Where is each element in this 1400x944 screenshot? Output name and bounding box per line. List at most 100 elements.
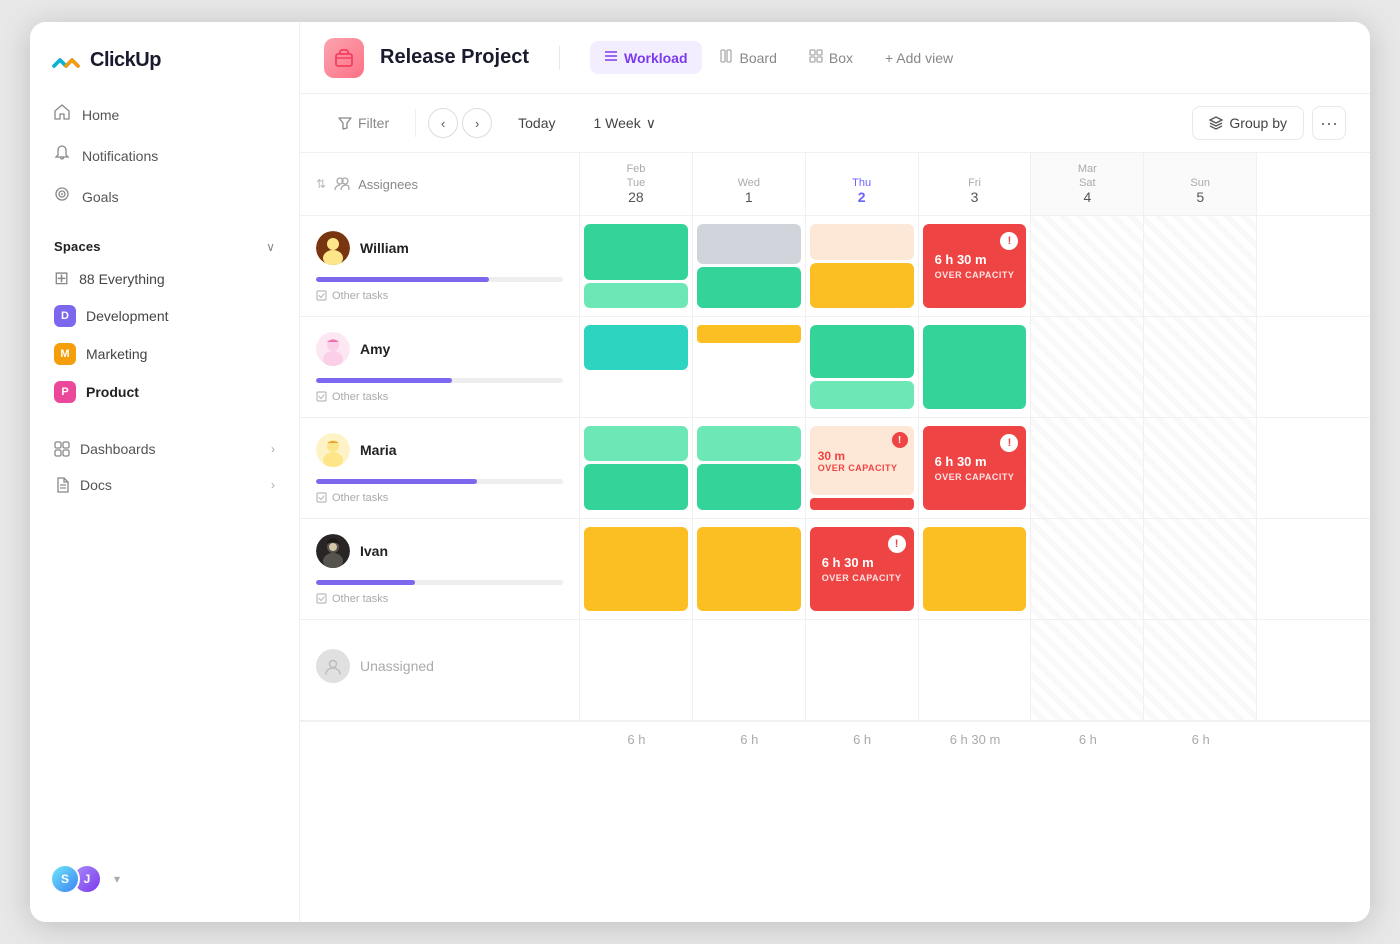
logo[interactable]: ClickUp [30, 22, 299, 94]
ivan-progress-fill [316, 580, 415, 585]
sidebar-item-notifications[interactable]: Notifications [42, 135, 287, 176]
add-view-button[interactable]: + Add view [871, 42, 967, 74]
clickup-logo-icon [50, 44, 82, 76]
hours-day-2: 6 h [693, 732, 806, 747]
sidebar-item-development[interactable]: D Development [42, 297, 287, 335]
sidebar-item-home[interactable]: Home [42, 94, 287, 135]
week-selector[interactable]: 1 Week ∨ [581, 108, 667, 139]
prev-button[interactable]: ‹ [428, 108, 458, 138]
ivan-other-tasks: Other tasks [316, 593, 563, 605]
ivan-day-1 [580, 519, 693, 619]
cal-day-4: Fri 3 [919, 153, 1032, 215]
dashboards-icon [54, 441, 70, 457]
next-button[interactable]: › [462, 108, 492, 138]
unassigned-day-2 [693, 620, 806, 720]
over-capacity-icon-ivan: ! [888, 535, 906, 553]
sidebar-item-goals[interactable]: Goals [42, 176, 287, 217]
ivan-header: Ivan [316, 534, 563, 568]
development-badge: D [54, 305, 76, 327]
spaces-label: Spaces [54, 239, 101, 254]
amy-day-5 [1031, 317, 1144, 417]
bottom-nav: Dashboards › Docs › [30, 423, 299, 511]
person-row-amy: Amy Other tasks [300, 317, 1370, 418]
person-row-maria: Maria Other tasks [300, 418, 1370, 519]
cal-day-1: Feb Tue 28 [580, 153, 693, 215]
tab-box[interactable]: Box [795, 41, 867, 74]
logo-text: ClickUp [90, 49, 161, 72]
spaces-header[interactable]: Spaces ∨ [42, 233, 287, 260]
amy-day-6 [1144, 317, 1257, 417]
maria-name: Maria [360, 442, 397, 458]
maria-other-tasks: Other tasks [316, 492, 563, 504]
ivan-day-5 [1031, 519, 1144, 619]
app-container: ClickUp Home Notifications [30, 22, 1370, 922]
goals-icon [54, 186, 70, 207]
ivan-avatar [316, 534, 350, 568]
sidebar-item-marketing[interactable]: M Marketing [42, 335, 287, 373]
maria-info: Maria Other tasks [300, 418, 580, 518]
user-avatars: S J [50, 864, 102, 894]
unassigned-name: Unassigned [360, 658, 434, 674]
person-row-ivan: Ivan Other tasks [300, 519, 1370, 620]
hours-day-1: 6 h [580, 732, 693, 747]
ivan-day-2 [693, 519, 806, 619]
sidebar-item-everything[interactable]: ⊞ 88 Everything [42, 260, 287, 297]
spaces-chevron-icon: ∨ [266, 240, 275, 254]
over-capacity-icon: ! [1000, 232, 1018, 250]
top-bar: Release Project Workload [300, 22, 1370, 94]
maria-day-5 [1031, 418, 1144, 518]
calendar-area: ⇅ Assignees Feb Tue 28 [300, 153, 1370, 922]
over-capacity-icon-maria: ! [1000, 434, 1018, 452]
today-button[interactable]: Today [504, 108, 569, 138]
cal-day-3-today: Thu 2 [806, 153, 919, 215]
project-title: Release Project [380, 46, 529, 69]
hours-assignee-empty [300, 732, 580, 747]
amy-avatar [316, 332, 350, 366]
calendar-header: ⇅ Assignees Feb Tue 28 [300, 153, 1370, 216]
maria-day-4: 6 h 30 m OVER CAPACITY ! [919, 418, 1032, 518]
tasks-icon-amy [316, 391, 327, 402]
toolbar: Filter ‹ › Today 1 Week ∨ Group b [300, 94, 1370, 153]
hours-day-5: 6 h [1031, 732, 1144, 747]
maria-avatar [316, 433, 350, 467]
layers-icon [1209, 116, 1223, 130]
ivan-info: Ivan Other tasks [300, 519, 580, 619]
sidebar-item-dashboards[interactable]: Dashboards › [42, 431, 287, 467]
sidebar-item-docs[interactable]: Docs › [42, 467, 287, 503]
william-day-6 [1144, 216, 1257, 316]
sidebar-item-product[interactable]: P Product [42, 373, 287, 411]
william-day-2 [693, 216, 806, 316]
amy-day-4 [919, 317, 1032, 417]
william-day-1 [580, 216, 693, 316]
amy-info: Amy Other tasks [300, 317, 580, 417]
maria-progress-bar [316, 479, 563, 484]
more-options-button[interactable]: ··· [1312, 106, 1346, 140]
william-avatar [316, 231, 350, 265]
maria-day-2 [693, 418, 806, 518]
spaces-section: Spaces ∨ ⊞ 88 Everything D Development M… [30, 217, 299, 415]
home-icon [54, 104, 70, 125]
william-progress-fill [316, 277, 489, 282]
group-by-button[interactable]: Group by [1192, 106, 1304, 140]
amy-progress-bar [316, 378, 563, 383]
box-icon [333, 47, 355, 69]
avatar-s: S [50, 864, 80, 894]
board-icon [720, 49, 734, 66]
unassigned-header: Unassigned [316, 649, 563, 683]
assignees-icon [334, 176, 350, 192]
unassigned-icon [324, 657, 342, 675]
tasks-icon [316, 290, 327, 301]
bell-icon [54, 145, 70, 166]
sidebar-footer[interactable]: S J ▾ [30, 852, 299, 906]
hours-row: 6 h 6 h 6 h 6 h 30 m 6 h 6 h [300, 721, 1370, 757]
maria-day-1 [580, 418, 693, 518]
sort-icon: ⇅ [316, 177, 326, 191]
filter-button[interactable]: Filter [324, 108, 403, 138]
tab-workload[interactable]: Workload [590, 41, 702, 74]
docs-icon [54, 477, 70, 493]
cal-day-2: Wed 1 [693, 153, 806, 215]
amy-progress-fill [316, 378, 452, 383]
tab-board[interactable]: Board [706, 41, 791, 74]
assignees-header: ⇅ Assignees [300, 153, 580, 215]
dashboards-chevron-icon: › [271, 442, 275, 456]
